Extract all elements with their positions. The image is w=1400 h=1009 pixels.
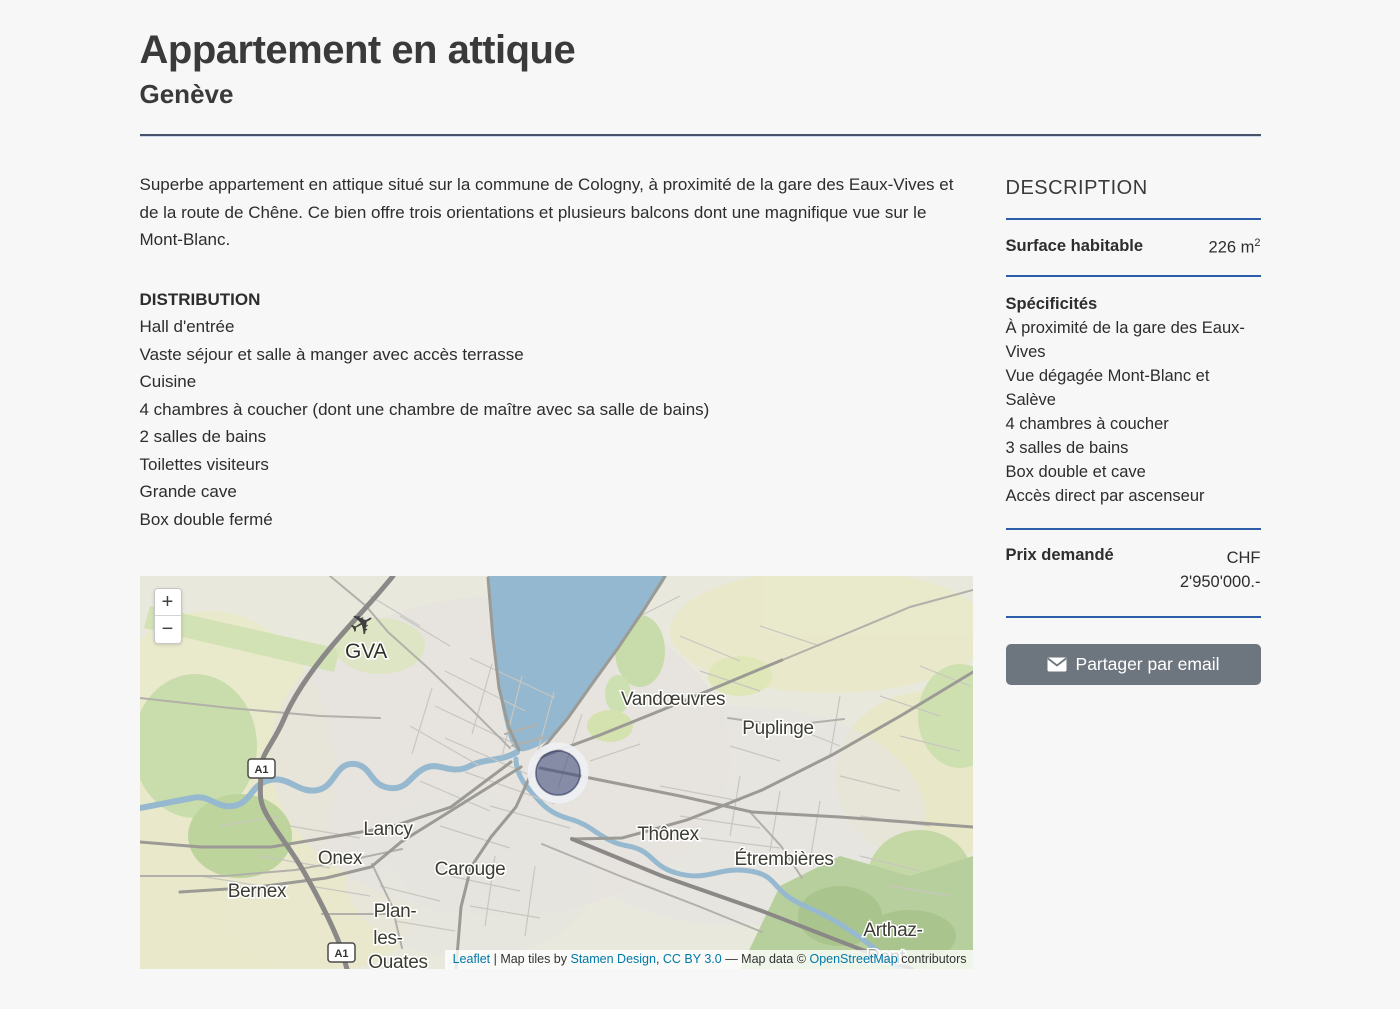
osm-link[interactable]: OpenStreetMap bbox=[809, 952, 897, 966]
map-label-carouge: Carouge bbox=[434, 859, 505, 880]
attribution-text: | Map tiles by bbox=[490, 952, 570, 966]
price-row: Prix demandé CHF 2'950'000.- bbox=[1006, 546, 1261, 594]
distribution-item: Toilettes visiteurs bbox=[140, 451, 973, 479]
header-divider bbox=[140, 134, 1261, 136]
map-label-puplinge: Puplinge bbox=[742, 718, 814, 739]
spec-item: Accès direct par ascenseur bbox=[1006, 484, 1261, 508]
map-label-vandoeuvres: Vandœuvres bbox=[620, 689, 724, 710]
map-zoom-in-button[interactable]: + bbox=[155, 589, 181, 616]
distribution-item: Cuisine bbox=[140, 368, 973, 396]
description-sidebar: DESCRIPTION Surface habitable 226 m2 Spé… bbox=[1006, 171, 1261, 685]
map-marker bbox=[531, 746, 585, 800]
specs-section: Spécificités À proximité de la gare des … bbox=[1006, 292, 1261, 508]
a1-road-shield: A1 bbox=[328, 943, 355, 962]
distribution-item: Vaste séjour et salle à manger avec accè… bbox=[140, 341, 973, 369]
sidebar-divider bbox=[1006, 528, 1261, 530]
map-label-bernex: Bernex bbox=[227, 881, 286, 902]
attribution-text: contributors bbox=[898, 952, 967, 966]
share-email-label: Partager par email bbox=[1076, 654, 1220, 675]
map-label-lancy: Lancy bbox=[363, 819, 413, 840]
email-icon bbox=[1047, 657, 1067, 672]
a1-road-shield: A1 bbox=[248, 759, 275, 778]
spec-item: À proximité de la gare des Eaux-Vives bbox=[1006, 316, 1261, 364]
page: Appartement en attique Genève Superbe ap… bbox=[140, 0, 1261, 969]
share-email-button[interactable]: Partager par email bbox=[1006, 644, 1261, 685]
page-subtitle: Genève bbox=[140, 79, 1261, 110]
ccby-link[interactable]: CC BY 3.0 bbox=[663, 952, 722, 966]
sidebar-heading: DESCRIPTION bbox=[1006, 177, 1261, 200]
spec-item: 3 salles de bains bbox=[1006, 436, 1261, 460]
distribution-item: 4 chambres à coucher (dont une chambre d… bbox=[140, 396, 973, 424]
map-label-gva: GVA bbox=[345, 640, 387, 663]
map-label-thonex: Thônex bbox=[637, 824, 699, 845]
map-label-plan-les-ouates: Plan- bbox=[373, 901, 416, 922]
svg-text:A1: A1 bbox=[254, 764, 268, 776]
distribution-item: Hall d'entrée bbox=[140, 313, 973, 341]
distribution-item: Grande cave bbox=[140, 478, 973, 506]
svg-text:A1: A1 bbox=[334, 948, 348, 960]
map-attribution: Leaflet | Map tiles by Stamen Design, CC… bbox=[445, 950, 973, 969]
map-label-plan-les-ouates: les- bbox=[373, 928, 402, 949]
price-value: CHF 2'950'000.- bbox=[1161, 546, 1261, 594]
map-label-plan-les-ouates: Ouates bbox=[368, 952, 427, 969]
stamen-link[interactable]: Stamen Design bbox=[570, 952, 655, 966]
intro-paragraph: Superbe appartement en attique situé sur… bbox=[140, 171, 973, 254]
specs-heading: Spécificités bbox=[1006, 292, 1261, 316]
page-title: Appartement en attique bbox=[140, 28, 1261, 73]
surface-label: Surface habitable bbox=[1006, 237, 1144, 256]
map-label-onex: Onex bbox=[317, 848, 362, 869]
distribution-item: Box double fermé bbox=[140, 506, 973, 534]
surface-value: 226 m2 bbox=[1209, 237, 1261, 258]
attribution-text: , bbox=[656, 952, 663, 966]
spec-item: Vue dégagée Mont-Blanc et Salève bbox=[1006, 364, 1261, 412]
map-zoom-out-button[interactable]: − bbox=[155, 616, 181, 643]
attribution-text: — Map data © bbox=[722, 952, 810, 966]
spec-item: 4 chambres à coucher bbox=[1006, 412, 1261, 436]
map-zoom-control: + − bbox=[154, 588, 182, 644]
map-label-etrembieres: Étrembières bbox=[734, 849, 833, 870]
distribution-section: DISTRIBUTION Hall d'entrée Vaste séjour … bbox=[140, 286, 973, 534]
sidebar-divider bbox=[1006, 275, 1261, 277]
main-column: Superbe appartement en attique situé sur… bbox=[140, 171, 973, 969]
map-canvas: ✈ A1 A1 bbox=[140, 576, 973, 969]
spec-item: Box double et cave bbox=[1006, 460, 1261, 484]
distribution-item: 2 salles de bains bbox=[140, 423, 973, 451]
map-label-arthaz: Arthaz- bbox=[863, 920, 922, 941]
distribution-heading: DISTRIBUTION bbox=[140, 286, 973, 314]
header: Appartement en attique Genève bbox=[140, 28, 1261, 110]
content-columns: Superbe appartement en attique situé sur… bbox=[140, 171, 1261, 969]
location-map[interactable]: ✈ A1 A1 bbox=[140, 576, 973, 969]
price-label: Prix demandé bbox=[1006, 546, 1114, 565]
sidebar-divider bbox=[1006, 616, 1261, 618]
surface-row: Surface habitable 226 m2 bbox=[1006, 237, 1261, 258]
leaflet-link[interactable]: Leaflet bbox=[453, 952, 491, 966]
sidebar-divider bbox=[1006, 218, 1261, 220]
